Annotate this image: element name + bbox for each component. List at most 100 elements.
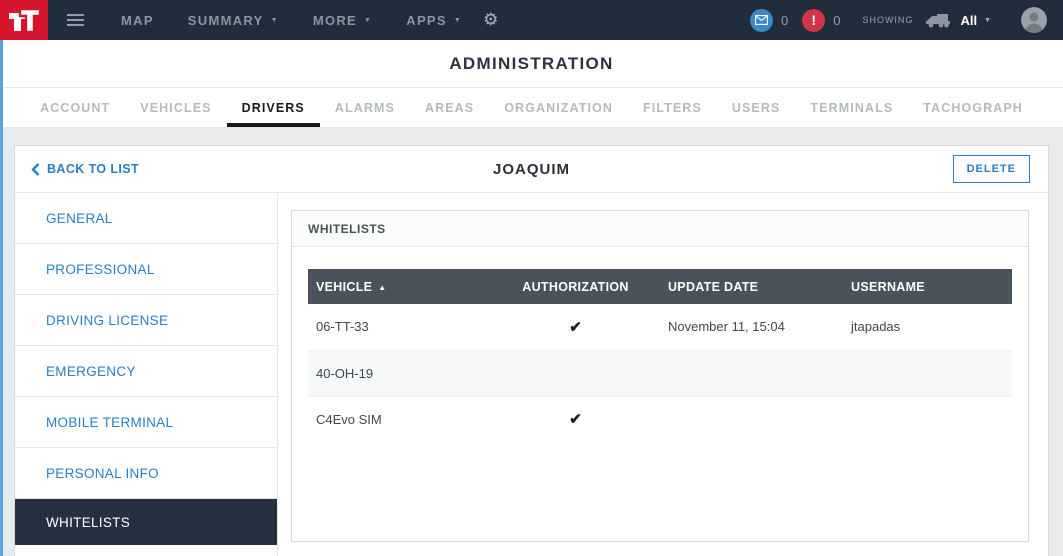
tab-terminals[interactable]: TERMINALS (795, 88, 908, 127)
sidebar-item-driving-license[interactable]: DRIVING LICENSE (15, 295, 277, 346)
table-row[interactable]: 40-OH-19 (308, 350, 1012, 396)
column-label: USERNAME (851, 280, 925, 294)
tab-drivers[interactable]: DRIVERS (227, 88, 320, 127)
tab-label: ORGANIZATION (504, 101, 613, 115)
driver-section-sidebar: GENERAL PROFESSIONAL DRIVING LICENSE EME… (15, 193, 278, 556)
sidebar-item-label: EMERGENCY (46, 364, 136, 379)
driver-detail-card: BACK TO LIST JOAQUIM DELETE GENERAL PROF… (14, 145, 1049, 556)
sidebar-item-mobile-terminal[interactable]: MOBILE TERMINAL (15, 397, 277, 448)
whitelists-table-wrap: VEHICLE▲ AUTHORIZATION UPDATE DATE USERN… (308, 269, 1012, 442)
sidebar-item-whitelists[interactable]: WHITELISTS (15, 499, 277, 545)
tab-account[interactable]: ACCOUNT (25, 88, 125, 127)
nav-item-more[interactable]: MORE ▼ (296, 0, 389, 40)
whitelists-table: VEHICLE▲ AUTHORIZATION UPDATE DATE USERN… (308, 269, 1012, 442)
sidebar-item-professional[interactable]: PROFESSIONAL (15, 244, 277, 295)
table-row[interactable]: 06-TT-33 ✔ November 11, 15:04 jtapadas (308, 304, 1012, 350)
nav-label: APPS (406, 13, 447, 28)
detail-header: BACK TO LIST JOAQUIM DELETE (15, 146, 1048, 193)
column-header-username[interactable]: USERNAME (843, 269, 1012, 304)
fleet-filter-dropdown[interactable]: All ▼ (960, 13, 991, 28)
exclamation-icon: ! (811, 12, 816, 28)
avatar[interactable] (1021, 7, 1047, 33)
column-header-update-date[interactable]: UPDATE DATE (660, 269, 843, 304)
column-label: UPDATE DATE (668, 280, 758, 294)
column-header-authorization[interactable]: AUTHORIZATION (491, 269, 660, 304)
panel-title: WHITELISTS (308, 222, 386, 236)
nav-item-apps[interactable]: APPS ▼ (389, 0, 479, 40)
tab-tachograph[interactable]: TACHOGRAPH (908, 88, 1038, 127)
tab-label: TERMINALS (810, 101, 893, 115)
chevron-left-icon (31, 163, 40, 176)
sort-ascending-icon: ▲ (378, 283, 386, 292)
topbar-right: 0 ! 0 SHOWING All ▼ (750, 7, 1063, 33)
frotcom-logo[interactable] (0, 0, 48, 40)
column-label: AUTHORIZATION (522, 280, 628, 294)
sidebar-item-emergency[interactable]: EMERGENCY (15, 346, 277, 397)
detail-body: GENERAL PROFESSIONAL DRIVING LICENSE EME… (15, 193, 1048, 556)
sidebar-item-label: GENERAL (46, 211, 113, 226)
gear-icon[interactable]: ⚙ (483, 10, 498, 30)
envelope-icon (755, 15, 768, 25)
page-title: ADMINISTRATION (449, 54, 613, 74)
chevron-down-icon: ▼ (454, 17, 462, 24)
messages-count: 0 (781, 13, 788, 28)
cell-username (843, 396, 1012, 442)
sidebar-item-general[interactable]: GENERAL (15, 193, 277, 244)
cell-update-date (660, 396, 843, 442)
tab-label: AREAS (425, 101, 474, 115)
menu-icon[interactable] (63, 10, 88, 30)
tab-vehicles[interactable]: VEHICLES (125, 88, 226, 127)
main-nav: MAP SUMMARY ▼ MORE ▼ APPS ▼ ⚙ (104, 0, 498, 40)
whitelists-panel-header: WHITELISTS (292, 211, 1028, 247)
tab-label: DRIVERS (242, 101, 305, 115)
tab-users[interactable]: USERS (717, 88, 796, 127)
tab-label: ALARMS (335, 101, 395, 115)
cell-username (843, 350, 1012, 396)
nav-label: MORE (313, 13, 357, 28)
messages-icon[interactable] (750, 9, 773, 32)
tab-filters[interactable]: FILTERS (628, 88, 717, 127)
detail-content: WHITELISTS VEHICLE▲ AUTHORIZATION (278, 193, 1048, 556)
vehicle-filter-icon (925, 12, 952, 28)
cell-update-date (660, 350, 843, 396)
sidebar-item-personal-info[interactable]: PERSONAL INFO (15, 448, 277, 499)
alerts-icon[interactable]: ! (802, 9, 825, 32)
tab-areas[interactable]: AREAS (410, 88, 489, 127)
cell-username: jtapadas (843, 304, 1012, 350)
showing-label: SHOWING (862, 15, 913, 25)
cell-authorization-check-icon[interactable]: ✔ (491, 396, 660, 442)
delete-button[interactable]: DELETE (953, 155, 1030, 183)
whitelists-panel: WHITELISTS VEHICLE▲ AUTHORIZATION (291, 210, 1029, 542)
sidebar-item-label: DRIVING LICENSE (46, 313, 168, 328)
column-header-vehicle[interactable]: VEHICLE▲ (308, 269, 491, 304)
tab-organization[interactable]: ORGANIZATION (489, 88, 628, 127)
chevron-down-icon: ▼ (364, 17, 372, 24)
fleet-filter-value: All (960, 13, 977, 28)
page-title-bar: ADMINISTRATION (0, 40, 1063, 88)
back-label: BACK TO LIST (47, 162, 139, 176)
sidebar-item-label: PROFESSIONAL (46, 262, 155, 277)
tab-label: USERS (732, 101, 781, 115)
admin-tabs: ACCOUNT VEHICLES DRIVERS ALARMS AREAS OR… (0, 88, 1063, 128)
nav-item-summary[interactable]: SUMMARY ▼ (171, 0, 296, 40)
tab-label: ACCOUNT (40, 101, 110, 115)
nav-label: SUMMARY (188, 13, 264, 28)
tab-label: VEHICLES (140, 101, 211, 115)
table-header-row: VEHICLE▲ AUTHORIZATION UPDATE DATE USERN… (308, 269, 1012, 304)
tab-alarms[interactable]: ALARMS (320, 88, 410, 127)
back-to-list-link[interactable]: BACK TO LIST (31, 146, 139, 192)
left-accent-edge (0, 40, 3, 556)
cell-vehicle: 06-TT-33 (308, 304, 491, 350)
tab-label: FILTERS (643, 101, 702, 115)
sidebar-item-label: PERSONAL INFO (46, 466, 159, 481)
cell-authorization-check-icon[interactable]: ✔ (491, 304, 660, 350)
cell-authorization-check-icon[interactable] (491, 350, 660, 396)
table-row[interactable]: C4Evo SIM ✔ (308, 396, 1012, 442)
nav-item-map[interactable]: MAP (104, 0, 171, 40)
driver-name-title: JOAQUIM (493, 161, 570, 178)
sidebar-item-label: WHITELISTS (46, 515, 130, 530)
chevron-down-icon: ▼ (271, 17, 279, 24)
topbar: MAP SUMMARY ▼ MORE ▼ APPS ▼ ⚙ 0 ! 0 SHOW… (0, 0, 1063, 40)
logo-t-icon (5, 4, 43, 36)
sidebar-item-label: MOBILE TERMINAL (46, 415, 173, 430)
